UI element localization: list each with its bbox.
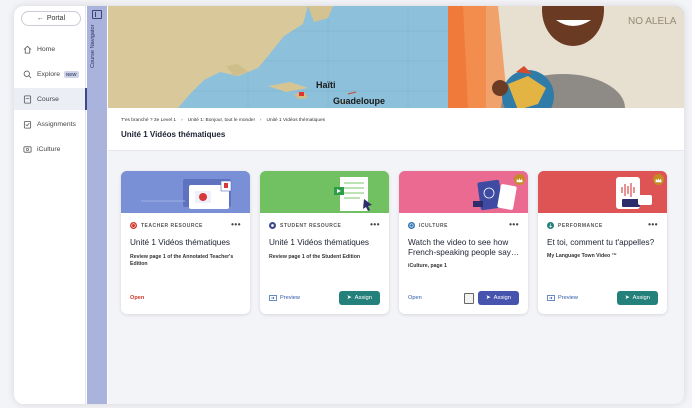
chevron-right-icon: ›: [181, 118, 183, 123]
globe-icon: [130, 222, 137, 229]
student-resource-icon: [269, 222, 276, 229]
course-icon: [23, 94, 32, 104]
breadcrumb-item[interactable]: T'es branché ? 3e Level 1: [121, 118, 176, 123]
send-icon: ➤: [485, 295, 491, 301]
search-icon: [23, 70, 32, 79]
sidebar-item-iculture[interactable]: iCulture: [14, 138, 86, 160]
preview-link[interactable]: Preview: [547, 295, 578, 301]
card-subtitle: My Language Town Video ™: [547, 253, 617, 259]
card-kind-label: STUDENT RESOURCE: [280, 222, 342, 229]
back-arrow-icon: ←: [36, 15, 44, 22]
breadcrumb-item[interactable]: Unité 1: Bonjour, tout le monde!: [188, 118, 255, 123]
card-kind: ICULTURE: [408, 222, 448, 229]
card-title: Unité 1 Vidéos thématiques: [269, 238, 369, 247]
sidebar-item-home[interactable]: Home: [14, 38, 86, 60]
premium-crown-icon: [514, 174, 525, 185]
card-title: Et toi, comment tu t'appelles?: [547, 238, 655, 247]
more-icon[interactable]: •••: [231, 220, 241, 229]
send-icon: ➤: [624, 295, 630, 301]
more-icon[interactable]: •••: [648, 220, 658, 229]
open-link[interactable]: Open: [130, 295, 144, 301]
course-navigator[interactable]: Course Navigator: [87, 6, 107, 404]
card-kind: TEACHER RESOURCE: [130, 222, 203, 229]
sidebar-item-course[interactable]: Course: [14, 88, 87, 110]
preview-label: Preview: [280, 295, 300, 301]
course-navigator-label: Course Navigator: [90, 24, 96, 68]
resource-card[interactable]: ICULTURE ••• Watch the video to see how …: [399, 171, 528, 314]
premium-crown-icon: [653, 174, 664, 185]
assignments-icon: [23, 120, 32, 129]
sidebar: ← Portal Home Explore NEW Course Assignm…: [14, 6, 87, 404]
breadcrumb: T'es branché ? 3e Level 1 › Unité 1: Bonjo…: [121, 118, 325, 123]
sidebar-item-label: iCulture: [37, 145, 61, 153]
assign-label: Assign: [632, 295, 650, 301]
card-footer: Preview ➤ Assign: [269, 291, 380, 305]
map-label-haiti: Haïti: [316, 80, 336, 90]
iculture-icon: [408, 222, 415, 229]
sidebar-item-assignments[interactable]: Assignments: [14, 113, 86, 135]
resource-card[interactable]: STUDENT RESOURCE ••• Unité 1 Vidéos thém…: [260, 171, 389, 314]
assign-button[interactable]: ➤ Assign: [338, 291, 380, 305]
card-kind-label: PERFORMANCE: [558, 222, 603, 229]
card-footer: Open ➤ Assign: [408, 291, 519, 305]
sidebar-item-label: Assignments: [37, 120, 76, 128]
open-link[interactable]: Open: [408, 295, 422, 301]
send-icon: ➤: [346, 295, 352, 301]
chevron-right-icon: ›: [259, 118, 262, 123]
sidebar-item-label: Explore: [37, 70, 61, 78]
more-icon[interactable]: •••: [370, 220, 380, 229]
card-subtitle: Review page 1 of the Student Edition: [269, 254, 361, 260]
page-header: T'es branché ? 3e Level 1 › Unité 1: Bonjo…: [108, 108, 684, 151]
home-icon: [23, 45, 32, 54]
assign-label: Assign: [354, 295, 372, 301]
card-thumbnail: [399, 171, 528, 213]
sidebar-item-label: Course: [37, 95, 59, 103]
card-kind: PERFORMANCE: [547, 222, 603, 229]
card-footer: Open: [130, 291, 241, 305]
map-banner-illustration: Haïti Guadeloupe NO ALELA: [108, 6, 684, 108]
document-icon[interactable]: [463, 292, 474, 304]
map-label-guadeloupe: Guadeloupe: [333, 96, 385, 106]
card-thumbnail: [538, 171, 667, 213]
card-kind-label: ICULTURE: [419, 222, 448, 229]
card-thumbnail: [260, 171, 389, 213]
performance-icon: [547, 222, 554, 229]
card-footer: Preview ➤ Assign: [547, 291, 658, 305]
main-content: Haïti Guadeloupe NO ALELA T'es branché ?…: [108, 6, 684, 404]
resource-card[interactable]: TEACHER RESOURCE ••• Unité 1 Vidéos thém…: [121, 171, 250, 314]
sidebar-item-explore[interactable]: Explore NEW: [14, 63, 86, 85]
app-window: ← Portal Home Explore NEW Course Assignm…: [14, 6, 684, 404]
card-title: Unité 1 Vidéos thématiques: [130, 238, 230, 247]
preview-link[interactable]: Preview: [269, 295, 300, 301]
card-subtitle: Review page 1 of the Annotated Teacher's…: [130, 254, 234, 267]
panel-toggle-icon[interactable]: [92, 10, 102, 19]
iculture-icon: [23, 145, 32, 154]
portal-button[interactable]: ← Portal: [21, 11, 81, 26]
preview-icon: [547, 295, 555, 301]
card-thumbnail: [121, 171, 250, 213]
card-kind: STUDENT RESOURCE: [269, 222, 341, 229]
unit-banner: Haïti Guadeloupe NO ALELA: [108, 6, 684, 108]
preview-icon: [269, 295, 277, 301]
card-kind-label: TEACHER RESOURCE: [141, 222, 203, 229]
more-icon[interactable]: •••: [509, 220, 519, 229]
sidebar-nav: Home Explore NEW Course Assignments iCul…: [14, 38, 87, 163]
assign-button[interactable]: ➤ Assign: [616, 291, 658, 305]
assign-button[interactable]: ➤ Assign: [477, 291, 519, 305]
portal-label: Portal: [46, 15, 66, 22]
breadcrumb-item: Unité 1 Vidéos thématiques: [266, 118, 326, 123]
wall-text: NO ALELA: [628, 16, 677, 27]
assign-label: Assign: [493, 295, 511, 301]
page-title: Unité 1 Vidéos thématiques: [121, 130, 226, 139]
new-badge: NEW: [64, 70, 79, 78]
sidebar-item-label: Home: [37, 45, 56, 53]
preview-label: Preview: [558, 295, 578, 301]
card-title: Watch the video to see how French-speaki…: [408, 238, 520, 257]
resource-card[interactable]: PERFORMANCE ••• Et toi, comment tu t'app…: [538, 171, 667, 314]
card-subtitle: iCulture, page 1: [408, 263, 447, 269]
